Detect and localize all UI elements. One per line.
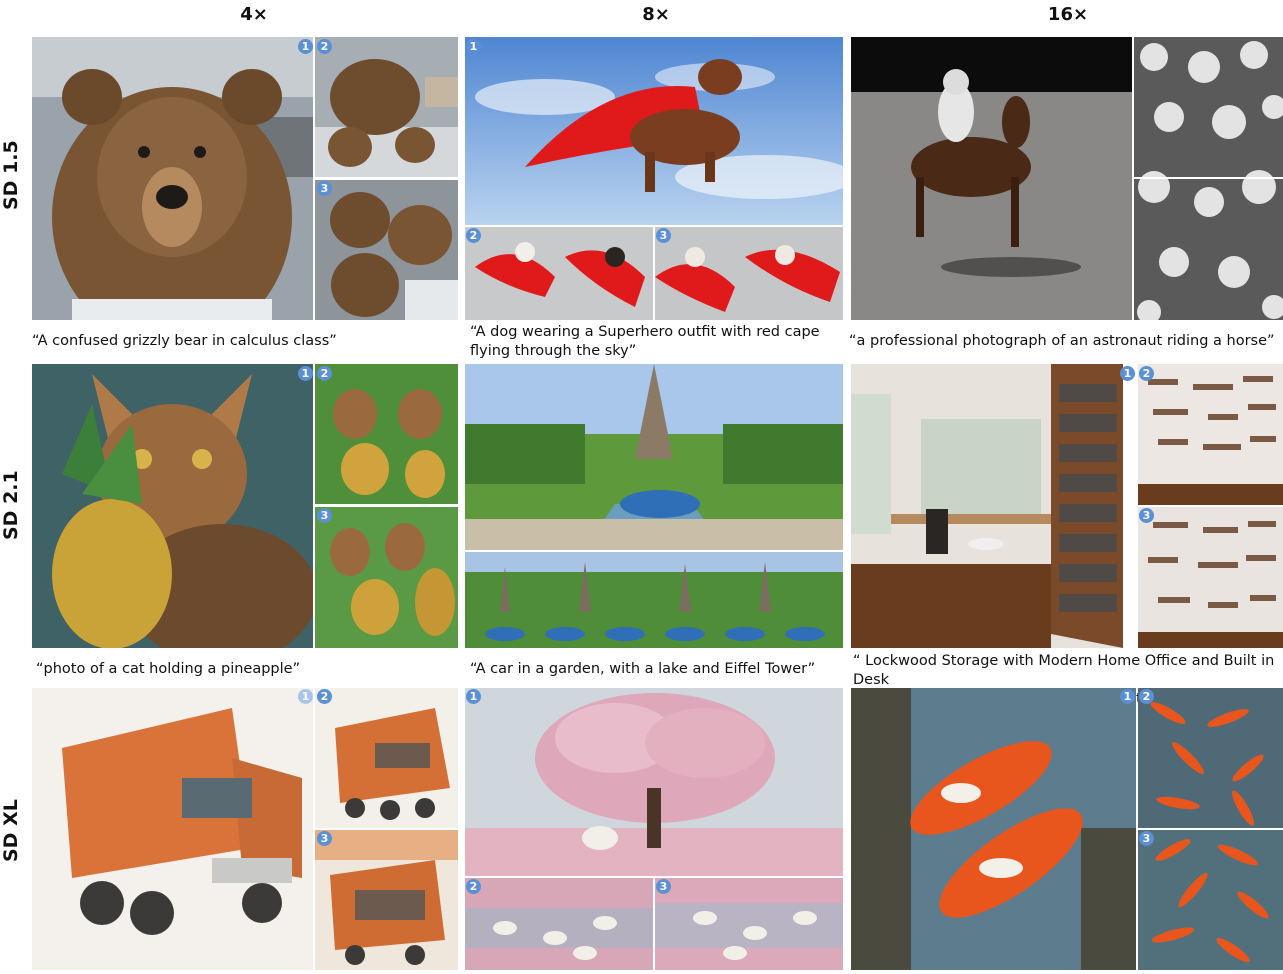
badge-2: 2 [1139, 689, 1154, 704]
caption-dog: “A dog wearing a Superhero outfit with r… [470, 324, 820, 359]
badge-2: 2 [317, 366, 332, 381]
badge-2: 2 [317, 39, 332, 54]
dog-main-image [465, 37, 843, 225]
badge-2: 2 [317, 689, 332, 704]
column-header-8x: 8× [642, 4, 670, 25]
truck-alt-2-image [315, 688, 458, 828]
badge-1: 1 [298, 689, 313, 704]
badge-3: 3 [656, 879, 671, 894]
badge-2: 2 [466, 879, 481, 894]
tree-alt-3-image [655, 878, 843, 970]
badge-1: 1 [298, 366, 313, 381]
koi-alt-2-image [1138, 688, 1283, 828]
tree-alt-2-image [465, 878, 653, 970]
bear-alt-2-image [315, 37, 458, 177]
badge-1: 1 [1120, 366, 1135, 381]
column-header-16x: 16× [1047, 4, 1089, 25]
row-label-sdxl: SD XL [0, 799, 22, 863]
caption-car: “A car in a garden, with a lake and Eiff… [470, 661, 816, 677]
truck-alt-3-image [315, 830, 458, 970]
koi-main-image [851, 688, 1136, 970]
koi-alt-3-image [1138, 830, 1283, 970]
cat-alt-2-image [315, 364, 458, 504]
office-main-image [851, 364, 1123, 648]
badge-1: 1 [1120, 689, 1135, 704]
column-header-4x: 4× [240, 4, 268, 25]
cat-main-image [32, 364, 313, 648]
office-alt-3-image [1138, 507, 1283, 648]
badge-3: 3 [317, 508, 332, 523]
badge-1: 1 [466, 39, 481, 54]
caption-cat: “photo of a cat holding a pineapple” [36, 661, 301, 677]
astronaut-alt-image [1134, 37, 1283, 320]
badge-1: 1 [298, 39, 313, 54]
badge-3: 3 [317, 181, 332, 196]
tree-main-image [465, 688, 843, 876]
row-label-sd21: SD 2.1 [0, 470, 22, 540]
caption-astronaut: “a professional photograph of an astrona… [849, 333, 1275, 349]
car-alt-image [465, 552, 843, 648]
car-main-image [465, 364, 843, 550]
badge-3: 3 [1139, 508, 1154, 523]
badge-3: 3 [656, 228, 671, 243]
badge-2: 2 [1139, 366, 1154, 381]
badge-2: 2 [466, 228, 481, 243]
bear-main-image [32, 37, 313, 320]
badge-3: 3 [1139, 831, 1154, 846]
astronaut-main-image [851, 37, 1132, 320]
bear-alt-3-image [315, 180, 458, 320]
row-label-sd15: SD 1.5 [0, 140, 22, 210]
cat-alt-3-image [315, 507, 458, 648]
dog-alt-3-image [655, 227, 843, 320]
badge-1: 1 [466, 689, 481, 704]
caption-bear: “A confused grizzly bear in calculus cla… [32, 333, 337, 349]
dog-alt-2-image [465, 227, 653, 320]
office-alt-2-image [1138, 364, 1283, 505]
badge-3: 3 [317, 831, 332, 846]
truck-main-image [32, 688, 313, 970]
